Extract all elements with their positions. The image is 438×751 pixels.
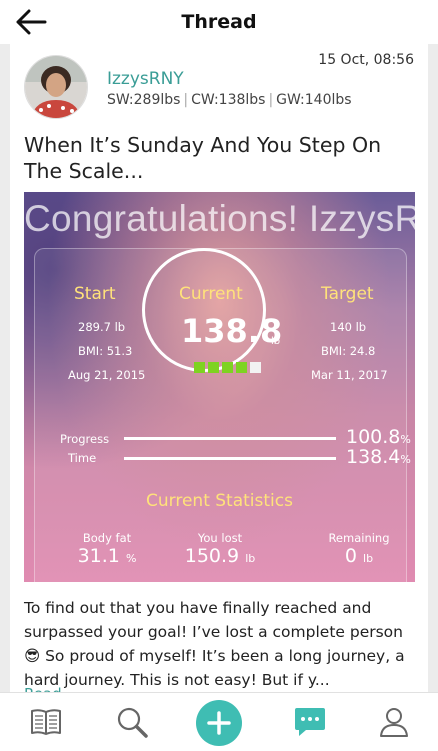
progress-block xyxy=(236,362,247,373)
remaining-value: 0 lb xyxy=(304,545,414,567)
start-bmi: BMI: 51.3 xyxy=(78,344,133,358)
start-date: Aug 21, 2015 xyxy=(68,368,146,382)
remaining-label: Remaining xyxy=(328,531,390,545)
separator: | xyxy=(268,92,274,108)
target-weight-value: 140 lb xyxy=(330,320,367,334)
avatar[interactable] xyxy=(24,55,88,119)
remaining-unit: lb xyxy=(363,552,374,565)
progress-bar xyxy=(124,437,336,440)
target-date: Mar 11, 2017 xyxy=(311,368,388,382)
chat-icon[interactable] xyxy=(284,693,336,751)
arrow-left-icon[interactable] xyxy=(16,9,48,35)
you-lost-label: You lost xyxy=(197,531,243,545)
post-card: 15 Oct, 08:56 IzzysRNY SW:289lbs | CW:138l… xyxy=(10,44,428,704)
header-bar: Thread xyxy=(0,0,438,44)
you-lost-number: 150.9 xyxy=(184,545,240,567)
start-heading: Start xyxy=(74,284,116,304)
current-weight-unit: lb xyxy=(271,336,281,347)
current-ring xyxy=(142,248,266,372)
progress-unit: % xyxy=(400,433,411,446)
current-statistics-heading: Current Statistics xyxy=(146,491,293,511)
you-lost-unit: lb xyxy=(245,552,256,565)
progress-block xyxy=(250,362,261,373)
progress-block xyxy=(208,362,219,373)
separator: | xyxy=(183,92,189,108)
time-label: Time xyxy=(68,451,97,465)
post-timestamp: 15 Oct, 08:56 xyxy=(318,52,414,68)
congrats-text: Congratulations! IzzysRNY xyxy=(24,198,415,239)
target-heading: Target xyxy=(321,284,374,304)
search-icon[interactable] xyxy=(106,693,158,751)
current-weight-value: 138.8 xyxy=(181,312,283,350)
page-title: Thread xyxy=(181,11,257,33)
remaining-number: 0 xyxy=(344,545,357,567)
progress-number: 100.8 xyxy=(346,426,401,448)
start-weight: SW:289lbs xyxy=(107,92,181,108)
body-fat-label: Body fat xyxy=(82,531,132,545)
post-title: When It’s Sunday And You Step On The Sca… xyxy=(24,133,382,183)
profile-icon[interactable] xyxy=(368,693,420,751)
body-fat-value: 31.1 % xyxy=(52,545,162,567)
current-heading: Current xyxy=(179,284,243,304)
time-bar xyxy=(124,457,336,460)
progress-value: 100.8% xyxy=(346,426,411,448)
goal-weight: GW:140lbs xyxy=(276,92,352,108)
target-bmi: BMI: 24.8 xyxy=(321,344,376,358)
post-image[interactable]: Congratulations! IzzysRNY Start 289.7 lb… xyxy=(24,192,415,582)
book-icon[interactable] xyxy=(20,693,72,751)
time-number: 138.4 xyxy=(346,446,401,468)
post-body: To find out that you have finally reache… xyxy=(24,599,405,689)
body-fat-unit: % xyxy=(125,552,137,565)
you-lost-value: 150.9 lb xyxy=(165,545,275,567)
time-value: 138.4% xyxy=(346,446,411,468)
time-unit: % xyxy=(400,453,411,466)
progress-block xyxy=(194,362,205,373)
username[interactable]: IzzysRNY xyxy=(107,69,184,89)
progress-block xyxy=(222,362,233,373)
progress-label: Progress xyxy=(60,432,110,446)
weight-stats: SW:289lbs | CW:138lbs | GW:140lbs xyxy=(107,92,352,108)
current-weight: CW:138lbs xyxy=(191,92,266,108)
add-icon[interactable] xyxy=(196,700,242,746)
body-fat-number: 31.1 xyxy=(77,545,120,567)
start-weight-value: 289.7 lb xyxy=(78,320,126,334)
